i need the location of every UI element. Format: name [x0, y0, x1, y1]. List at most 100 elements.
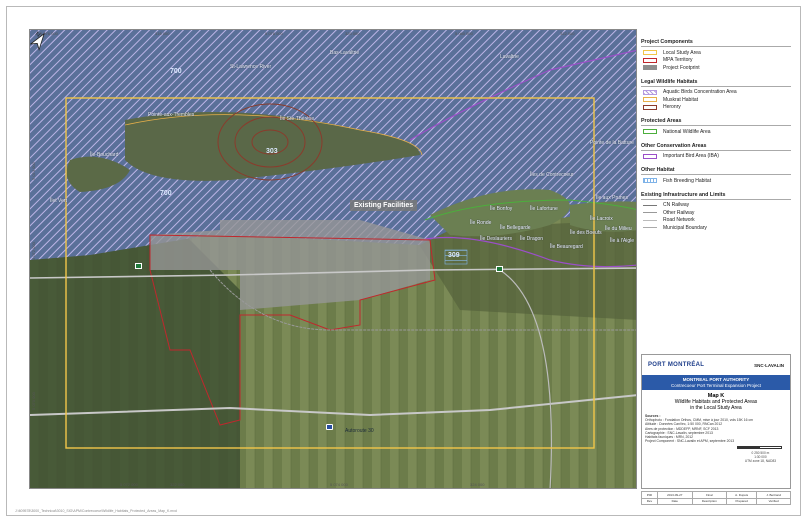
legend-item: Important Bird Area (IBA) [643, 153, 791, 161]
coord-label: 322 000 [560, 31, 575, 36]
coord-label: 5 072 000 [120, 482, 138, 487]
place-label: Pointe-aux-Trembles [148, 112, 195, 118]
source-line: Project Component : SNC-Lavalin et APM, … [645, 439, 735, 444]
legend-swatch-icon [643, 50, 657, 56]
legend-label: Heronry [663, 104, 681, 111]
legend-item: Project Footprint [643, 64, 791, 72]
legend-section-title: Other Habitat [641, 167, 791, 175]
port-montreal-logo: PORT MONTRÉAL [648, 362, 705, 368]
logos: PORT MONTRÉAL SNC·LAVALIN [642, 355, 790, 375]
legend-section-title: Legal Wildlife Habitats [641, 79, 791, 87]
highway-label: Autoroute 30 [345, 428, 374, 434]
coord-label: 316 000 [155, 31, 170, 36]
legend-swatch-icon [643, 212, 657, 214]
legend-label: MPA Territory [663, 57, 693, 64]
legend-label: Fish Breeding Habitat [663, 177, 712, 184]
legend-item: Municipal Boundary [643, 224, 791, 232]
authority-band: MONTREAL PORT AUTHORITY Contrecoeur Port… [642, 375, 790, 390]
place-label: Île Lacroix [590, 216, 613, 222]
legend-item: Other Railway [643, 209, 791, 217]
legend-section-title: Project Components [641, 39, 791, 47]
place-label: Île Deslauriers [480, 236, 512, 242]
title-block: PORT MONTRÉAL SNC·LAVALIN MONTREAL PORT … [641, 354, 791, 489]
legend-label: Other Railway [663, 209, 695, 216]
map-title: Map K Wildlife Habitats and Protected Ar… [642, 390, 790, 413]
route-shield-icon [496, 266, 503, 272]
legend-swatch-icon [643, 219, 657, 221]
revision-cell: Date [656, 497, 693, 505]
coord-label: 324 000 [470, 482, 485, 487]
legend-item: Fish Breeding Habitat [643, 177, 791, 185]
place-label: Île à l'Aigle [610, 238, 635, 244]
zone-number: 700 [170, 68, 182, 75]
legend-label: Important Bird Area (IBA) [663, 153, 719, 160]
snc-lavalin-logo: SNC·LAVALIN [754, 362, 784, 368]
legend-swatch-icon [643, 129, 657, 135]
file-path: J:\609578\3000_Technical\3010_SIG\APM\Co… [15, 509, 177, 513]
legend-swatch-icon [643, 65, 657, 71]
legend-swatch-icon [643, 178, 657, 184]
place-label: Île Beauregard [550, 244, 583, 250]
place-label: Îles de Contrecoeur [530, 172, 574, 178]
place-label: Île Dragon [520, 236, 544, 242]
place-label: Île Ronde [470, 220, 492, 226]
project-name: Contrecoeur Port Terminal Expansion Proj… [671, 382, 761, 388]
legend-label: Muskrat Habitat [663, 96, 699, 103]
coord-label: 320 000 [345, 31, 360, 36]
legend-item: MPA Territory [643, 57, 791, 65]
legend-swatch-icon [643, 89, 657, 95]
legend-label: Local Study Area [663, 49, 701, 56]
route-shield-icon [135, 263, 142, 269]
legend-swatch-icon [643, 97, 657, 103]
legend-swatch-icon [643, 57, 657, 63]
place-label: Île Ste-Thérèse [280, 116, 315, 122]
coord-label: 5 074 000 [31, 162, 36, 180]
revision-cell: Prepared [725, 497, 758, 505]
legend-swatch-icon [643, 227, 657, 229]
zone-number: 700 [160, 190, 172, 197]
legend-item: National Wildlife Area [643, 128, 791, 136]
map-frame[interactable]: 5 076 000 316 000 5 078 000 320 000 5 08… [29, 29, 637, 489]
legend-item: Local Study Area [643, 49, 791, 57]
place-label: Île Lafortune [530, 206, 558, 212]
coord-label: 5 074 000 [330, 482, 348, 487]
river-label: St-Lawrence River [230, 64, 272, 70]
revision-cell: Description [691, 497, 727, 505]
map-canvas [30, 30, 636, 488]
legend-label: Municipal Boundary [663, 224, 707, 231]
place-label: Île Bellegarde [500, 225, 531, 231]
revision-cell: Rev [641, 497, 658, 505]
legend-label: CN Railway [663, 202, 690, 209]
place-label: Îlet Vert [50, 198, 67, 204]
legend-swatch-icon [643, 204, 657, 206]
legend-section-title: Protected Areas [641, 118, 791, 126]
coord-label: 5 072 000 [31, 242, 36, 260]
place-label: Île-Bouchard [90, 152, 119, 158]
scale-area: 0 250 500 m 1:30 000 UTM zone 18, NAD83 [642, 444, 790, 464]
existing-facilities-label: Existing Facilities [350, 200, 418, 211]
place-label: Île du Milieu [605, 226, 632, 232]
legend-item: Road Network [643, 217, 791, 225]
scale-text: 0 250 500 m 1:30 000 UTM zone 18, NAD83 [744, 451, 776, 464]
coord-label: 5 070 000 [31, 392, 36, 410]
map-sheet: 5 076 000 316 000 5 078 000 320 000 5 08… [6, 6, 801, 516]
coord-label: 5 078 000 [265, 31, 283, 36]
place-label: Lavaltrie [500, 54, 519, 60]
north-arrow-icon: N [30, 31, 45, 51]
revision-table: P00 2013-09-27 Final A. Dupuis J. Bertra… [641, 491, 791, 505]
legend-label: Aquatic Birds Concentration Area [663, 89, 737, 96]
legend-label: Road Network [663, 217, 695, 224]
legend: Project Components Local Study Area MPA Te… [641, 29, 791, 349]
legend-swatch-icon [643, 153, 657, 159]
legend-item: Muskrat Habitat [643, 96, 791, 104]
map-title-line: in the Local Study Area [690, 405, 742, 411]
legend-section-title: Existing Infrastructure and Limits [641, 192, 791, 200]
sources: Sources : Orthophoto : Fondation Orthos,… [642, 413, 790, 444]
place-label: Pointe de la Batture [590, 140, 634, 146]
legend-label: Project Footprint [663, 64, 700, 71]
highway-shield-icon [326, 424, 333, 430]
zone-number: 303 [266, 148, 278, 155]
legend-item: CN Railway [643, 202, 791, 210]
scale-bar [737, 446, 782, 450]
zone-number: 309 [448, 252, 460, 259]
